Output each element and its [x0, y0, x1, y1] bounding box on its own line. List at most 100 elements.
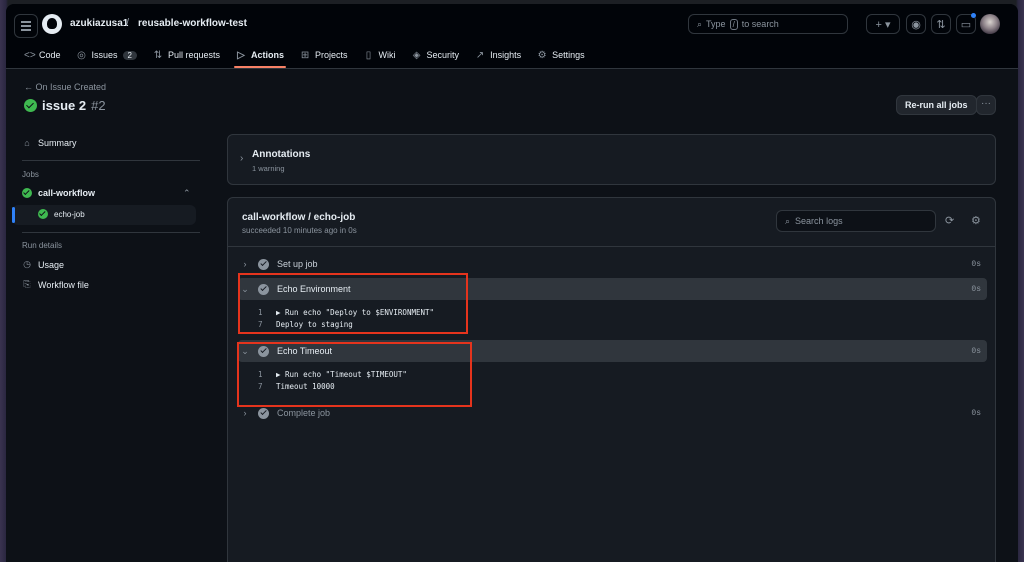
plus-icon: + ▾	[875, 18, 891, 31]
stopwatch-icon: ◷	[23, 259, 31, 269]
code-icon: <>	[24, 49, 36, 61]
tab-settings[interactable]: ⚙ Settings	[529, 44, 593, 66]
rerun-all-jobs-button[interactable]: Re-run all jobs	[896, 95, 977, 115]
search-prefix: Type	[706, 19, 726, 29]
search-icon: ⌕	[785, 215, 791, 226]
sidebar-label: Summary	[38, 138, 77, 148]
job-status: succeeded 10 minutes ago in 0s	[242, 226, 357, 235]
tab-label: Code	[39, 50, 61, 60]
issue-circle-icon: ◉	[911, 18, 921, 31]
sidebar-item-workflow-file[interactable]: ⎘ Workflow file	[22, 279, 88, 290]
success-check-icon	[22, 188, 32, 198]
tab-label: Projects	[315, 50, 348, 60]
github-app: azukiazusa1 / reusable-workflow-test ⌕ T…	[6, 4, 1018, 562]
breadcrumb-owner[interactable]: azukiazusa1	[70, 18, 128, 29]
search-suffix: to search	[741, 19, 779, 29]
file-icon: ⎘	[23, 279, 31, 289]
sidebar-label: echo-job	[54, 209, 85, 219]
step-duration: 0s	[971, 408, 981, 418]
run-details-heading: Run details	[22, 241, 63, 250]
highlight-box-environment	[238, 273, 468, 334]
chevron-right-icon: ›	[240, 153, 244, 164]
tab-label: Pull requests	[167, 50, 221, 60]
back-link[interactable]: ← On Issue Created	[24, 82, 106, 92]
step-check-icon	[258, 407, 269, 419]
notification-dot	[971, 13, 976, 18]
tab-security[interactable]: ◈ Security	[404, 44, 468, 66]
tab-actions[interactable]: ▷ Actions	[228, 44, 292, 68]
sidebar-job-group[interactable]: call-workflow	[22, 188, 95, 198]
play-icon: ▷	[237, 49, 245, 61]
breadcrumb-repo[interactable]: reusable-workflow-test	[138, 18, 247, 29]
gear-icon[interactable]: ⚙	[971, 214, 981, 227]
more-options-button[interactable]: ···	[976, 95, 996, 115]
breadcrumb-separator: /	[126, 17, 130, 29]
graph-icon: ↗	[475, 49, 485, 61]
job-title: call-workflow / echo-job	[242, 212, 356, 223]
tab-code[interactable]: <> Code	[16, 44, 69, 66]
sidebar-item-summary[interactable]: ⌂ Summary	[22, 138, 77, 148]
step-duration: 0s	[971, 284, 981, 294]
arrow-left-icon: ←	[24, 82, 33, 92]
tab-issues[interactable]: ◎ Issues 2	[69, 44, 145, 66]
issues-count-badge: 2	[122, 50, 137, 60]
step-set-up-job[interactable]: › Set up job 0s	[238, 253, 987, 275]
jobs-heading: Jobs	[22, 170, 39, 179]
tab-label: Issues	[91, 50, 118, 60]
pull-request-icon: ⇅	[936, 18, 946, 31]
tab-label: Insights	[490, 50, 522, 60]
annotations-panel[interactable]: › Annotations 1 warning	[227, 134, 996, 185]
page-title: issue 2 #2	[24, 98, 106, 113]
tab-pull-requests[interactable]: ⇅ Pull requests	[145, 44, 228, 66]
step-duration: 0s	[971, 259, 981, 269]
divider	[22, 160, 200, 161]
pull-requests-button[interactable]: ⇅	[931, 14, 951, 34]
sidebar-item-usage[interactable]: ◷ Usage	[22, 259, 64, 270]
tab-wiki[interactable]: ▯ Wiki	[356, 44, 404, 66]
step-name: Set up job	[277, 259, 318, 269]
global-search-input[interactable]: ⌕ Type / to search	[688, 14, 848, 34]
step-duration: 0s	[971, 346, 981, 356]
tab-label: Actions	[251, 50, 285, 60]
kebab-icon: ···	[981, 98, 991, 109]
menu-icon[interactable]	[14, 14, 38, 38]
pull-request-icon: ⇅	[153, 49, 163, 61]
highlight-box-timeout	[237, 342, 472, 407]
tab-projects[interactable]: ⊞ Projects	[292, 44, 356, 66]
workflow-name: On Issue Created	[35, 82, 107, 92]
table-icon: ⊞	[300, 49, 310, 61]
github-logo-icon[interactable]	[42, 14, 62, 34]
tab-label: Settings	[552, 50, 585, 60]
refresh-icon[interactable]: ⟳	[945, 214, 954, 227]
create-new-button[interactable]: + ▾	[866, 14, 900, 34]
search-icon: ⌕	[697, 18, 703, 29]
issue-icon: ◎	[77, 49, 86, 61]
success-check-icon	[38, 209, 48, 219]
success-check-icon	[24, 99, 37, 112]
shield-icon: ◈	[412, 49, 421, 61]
run-title: issue 2	[42, 98, 87, 113]
divider	[22, 232, 200, 233]
sidebar-label: Usage	[38, 259, 65, 270]
annotations-count: 1 warning	[252, 164, 285, 173]
search-logs-input[interactable]: ⌕ Search logs	[776, 210, 936, 232]
annotations-title: Annotations	[252, 149, 311, 160]
repo-nav: <> Code ◎ Issues 2 ⇅ Pull requests ▷ Actions …	[16, 44, 593, 68]
tab-label: Wiki	[378, 50, 396, 60]
sidebar-label: call-workflow	[38, 188, 96, 198]
inbox-icon: ▭	[960, 18, 972, 31]
tab-insights[interactable]: ↗ Insights	[467, 44, 529, 66]
chevron-up-icon[interactable]: ⌃	[183, 188, 191, 199]
step-name: Complete job	[277, 408, 331, 418]
search-shortcut-key: /	[729, 18, 738, 30]
global-header: azukiazusa1 / reusable-workflow-test ⌕ T…	[6, 4, 1018, 69]
tab-label: Security	[426, 50, 460, 60]
sidebar-item-echo-job[interactable]: echo-job	[38, 209, 85, 219]
gear-icon: ⚙	[537, 49, 547, 61]
avatar[interactable]	[980, 14, 1000, 34]
home-icon: ⌂	[24, 138, 30, 148]
chevron-right-icon: ›	[243, 408, 247, 418]
step-check-icon	[258, 258, 269, 270]
issues-button[interactable]: ◉	[906, 14, 926, 34]
search-logs-placeholder: Search logs	[795, 216, 843, 226]
